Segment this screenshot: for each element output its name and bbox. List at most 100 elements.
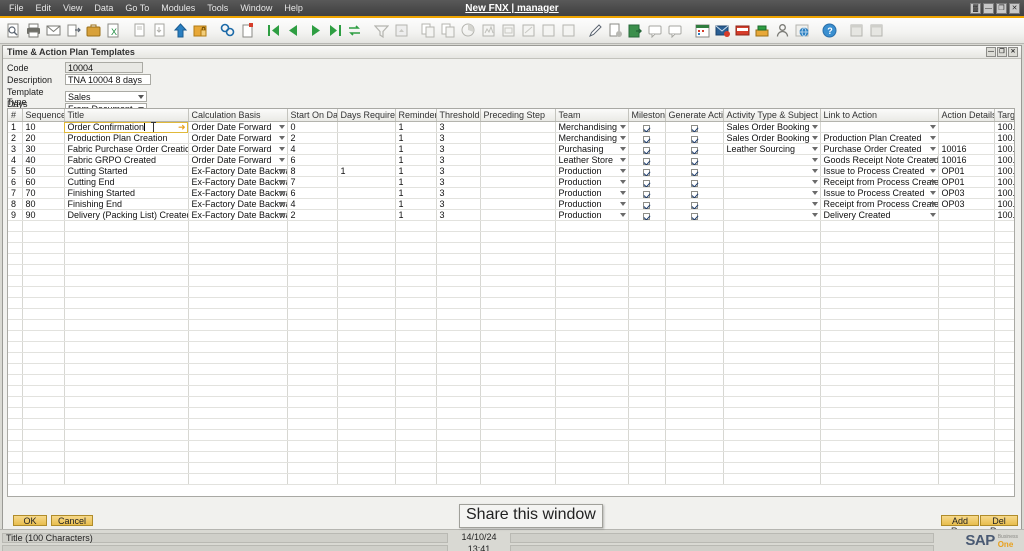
cell-sequence[interactable] — [22, 429, 65, 441]
cell-team[interactable] — [555, 231, 629, 243]
cell-reminder[interactable] — [395, 319, 437, 331]
cell-details[interactable] — [938, 242, 995, 254]
cell-basis[interactable] — [188, 275, 288, 287]
cell-title[interactable] — [64, 473, 189, 485]
cell-target[interactable] — [994, 275, 1014, 287]
grid-header-link[interactable]: Link to Action — [820, 109, 939, 122]
cell-genact[interactable] — [665, 407, 724, 419]
table-row-empty[interactable] — [8, 308, 1014, 320]
cell-genact[interactable] — [665, 143, 724, 155]
cell-details[interactable] — [938, 396, 995, 408]
cell-thresh[interactable] — [436, 330, 481, 342]
cell-details[interactable] — [938, 330, 995, 342]
cell-thresh[interactable]: 3 — [436, 154, 481, 166]
toolbar-first-record-button[interactable] — [265, 21, 284, 41]
cell-preceding[interactable] — [480, 220, 556, 232]
cell-milestone[interactable] — [628, 407, 666, 419]
cell-num[interactable]: 7 — [8, 187, 23, 199]
toolbar-window2-button[interactable] — [867, 21, 886, 41]
chevron-down-icon[interactable] — [929, 180, 936, 184]
cell-link[interactable] — [820, 440, 939, 452]
cell-preceding[interactable] — [480, 198, 556, 210]
chevron-down-icon[interactable] — [811, 202, 818, 206]
menu-item-help[interactable]: Help — [279, 2, 308, 14]
cell-milestone[interactable] — [628, 297, 666, 309]
cell-basis[interactable] — [188, 473, 288, 485]
cell-preceding[interactable] — [480, 451, 556, 463]
cell-genact[interactable] — [665, 341, 724, 353]
cell-thresh[interactable] — [436, 429, 481, 441]
cell-milestone[interactable] — [628, 231, 666, 243]
table-row-empty[interactable] — [8, 275, 1014, 287]
table-row-empty[interactable] — [8, 264, 1014, 276]
cell-acttype[interactable] — [723, 286, 821, 298]
toolbar-message2-button[interactable] — [666, 21, 685, 41]
table-row-empty[interactable] — [8, 440, 1014, 452]
chevron-down-icon[interactable] — [278, 136, 285, 140]
toolbar-window-button[interactable] — [847, 21, 866, 41]
cell-thresh[interactable] — [436, 220, 481, 232]
cell-link[interactable] — [820, 297, 939, 309]
chevron-down-icon[interactable] — [811, 125, 818, 129]
chevron-down-icon[interactable] — [619, 169, 626, 173]
table-row[interactable]: 4 40 Fabric GRPO Created Order Date Forward… — [8, 154, 1014, 166]
cell-basis[interactable] — [188, 352, 288, 364]
cell-start[interactable]: 4 — [287, 143, 338, 155]
cell-details[interactable]: 10016 — [938, 143, 995, 155]
cell-title[interactable] — [64, 462, 189, 474]
cell-details[interactable] — [938, 297, 995, 309]
cell-days[interactable] — [337, 242, 396, 254]
cell-link[interactable] — [820, 374, 939, 386]
cell-num[interactable] — [8, 319, 23, 331]
cell-num[interactable] — [8, 352, 23, 364]
del-row-button[interactable]: Del Row — [980, 515, 1018, 536]
cell-genact[interactable] — [665, 418, 724, 430]
link-arrow-icon[interactable]: ➜ — [178, 123, 186, 132]
cell-link[interactable] — [820, 418, 939, 430]
cell-sequence[interactable] — [22, 330, 65, 342]
cell-days[interactable] — [337, 440, 396, 452]
cell-preceding[interactable] — [480, 242, 556, 254]
cell-title[interactable] — [64, 220, 189, 232]
cell-milestone[interactable] — [628, 330, 666, 342]
chevron-down-icon[interactable] — [929, 158, 936, 162]
cell-num[interactable] — [8, 220, 23, 232]
cell-title[interactable]: Order Confirmation ➜ — [64, 121, 189, 133]
cell-team[interactable] — [555, 253, 629, 265]
table-row[interactable]: 2 20 Production Plan Creation Order Date Fo… — [8, 132, 1014, 144]
cell-milestone[interactable] — [628, 341, 666, 353]
cell-start[interactable]: 7 — [287, 176, 338, 188]
chevron-down-icon[interactable] — [278, 191, 285, 195]
cell-thresh[interactable]: 3 — [436, 209, 481, 221]
cell-team[interactable] — [555, 462, 629, 474]
cell-preceding[interactable] — [480, 429, 556, 441]
milestone-checkbox[interactable] — [643, 146, 650, 154]
cell-start[interactable] — [287, 286, 338, 298]
cell-team[interactable] — [555, 330, 629, 342]
cell-team[interactable] — [555, 275, 629, 287]
cell-target[interactable]: 100.000 — [994, 154, 1014, 166]
cell-genact[interactable] — [665, 275, 724, 287]
chevron-down-icon[interactable] — [619, 191, 626, 195]
code-field[interactable]: 10004 — [65, 62, 143, 73]
cell-milestone[interactable] — [628, 132, 666, 144]
cell-details[interactable] — [938, 253, 995, 265]
cell-details[interactable]: OP01 — [938, 165, 995, 177]
cell-num[interactable] — [8, 385, 23, 397]
cell-days[interactable] — [337, 462, 396, 474]
toolbar-briefcase-button[interactable] — [84, 21, 103, 41]
menu-item-data[interactable]: Data — [89, 2, 118, 14]
cell-days[interactable] — [337, 319, 396, 331]
cell-details[interactable] — [938, 473, 995, 485]
cell-team[interactable]: Merchandising — [555, 132, 629, 144]
cell-basis[interactable]: Ex-Factory Date Backward — [188, 209, 288, 221]
cell-acttype[interactable] — [723, 374, 821, 386]
window-maximize-button[interactable]: ❐ — [996, 3, 1007, 14]
chevron-down-icon[interactable] — [619, 136, 626, 140]
cell-acttype[interactable]: Sales Order Booking — [723, 121, 821, 133]
toolbar-notes-button[interactable] — [238, 21, 257, 41]
cell-acttype[interactable] — [723, 187, 821, 199]
cell-genact[interactable] — [665, 121, 724, 133]
cell-basis[interactable]: Ex-Factory Date Backward — [188, 165, 288, 177]
cell-start[interactable] — [287, 297, 338, 309]
